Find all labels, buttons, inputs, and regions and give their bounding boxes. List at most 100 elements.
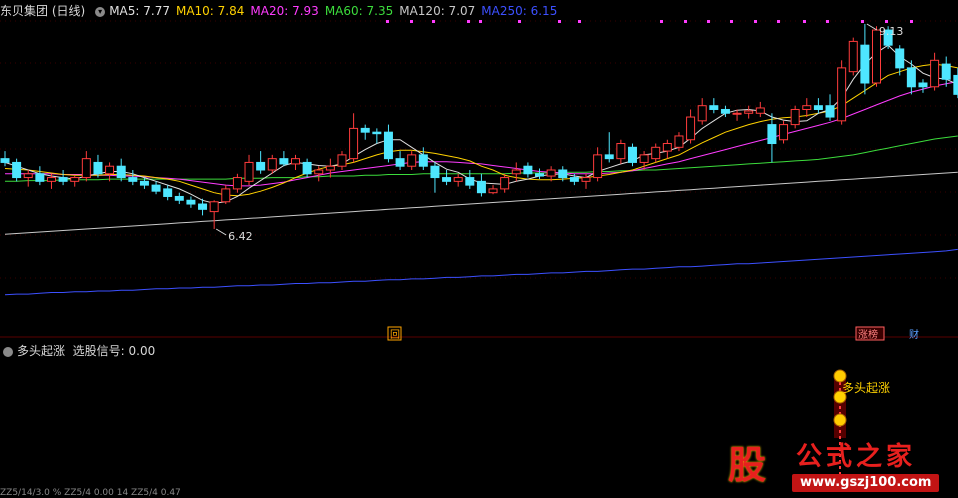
signal-dot	[660, 20, 663, 23]
candle[interactable]	[383, 124, 393, 163]
candle[interactable]	[291, 154, 300, 170]
candle-body	[906, 67, 916, 88]
candle[interactable]	[627, 143, 637, 167]
candle[interactable]	[105, 162, 115, 182]
candle[interactable]	[593, 147, 603, 182]
candle[interactable]	[465, 169, 475, 189]
candle[interactable]	[163, 185, 173, 201]
candle-body	[279, 158, 289, 165]
candle[interactable]	[488, 185, 498, 195]
candle[interactable]	[12, 158, 22, 182]
stock-title: 东贝集团 (日线)	[0, 4, 86, 18]
candle-body	[558, 169, 568, 179]
candle[interactable]	[511, 162, 521, 182]
candle-body	[802, 105, 812, 110]
candle[interactable]	[430, 162, 440, 193]
candle[interactable]	[953, 67, 958, 99]
cai-marker: 财	[909, 328, 919, 341]
candle[interactable]	[500, 173, 510, 193]
candle[interactable]	[825, 94, 835, 121]
candle-body	[755, 107, 765, 114]
candle[interactable]	[767, 113, 777, 163]
candle[interactable]	[186, 196, 196, 208]
candle[interactable]	[0, 151, 10, 167]
candle[interactable]	[325, 158, 335, 178]
candle[interactable]	[93, 154, 103, 178]
candle[interactable]	[453, 173, 463, 187]
candle[interactable]	[23, 169, 33, 187]
indicator-toggle-icon[interactable]	[3, 346, 13, 357]
candle[interactable]	[302, 158, 312, 178]
candle[interactable]	[174, 192, 184, 205]
candle-body	[70, 177, 80, 182]
candle[interactable]	[70, 176, 80, 187]
candle[interactable]	[221, 185, 231, 205]
candle[interactable]	[616, 139, 626, 164]
candle[interactable]	[941, 56, 951, 87]
signal-dot	[479, 20, 482, 23]
candle-body	[604, 154, 614, 160]
candle[interactable]	[802, 98, 812, 118]
candle[interactable]	[360, 124, 370, 140]
candle[interactable]	[35, 166, 45, 186]
candle-body	[337, 154, 347, 167]
candle[interactable]	[535, 168, 545, 180]
indicator-legend: 多头起涨 选股信号: 0.00	[0, 343, 155, 359]
candle[interactable]	[906, 60, 916, 95]
candle[interactable]	[418, 147, 428, 170]
kline-chart[interactable]: 6.42 9.13 回 涨榜 财多头起涨	[0, 0, 958, 496]
candle[interactable]	[697, 98, 707, 125]
candle-body	[837, 67, 847, 122]
candle[interactable]	[116, 158, 126, 182]
candle[interactable]	[918, 79, 928, 93]
candle[interactable]	[790, 105, 800, 129]
candle-body	[314, 169, 324, 175]
candle[interactable]	[604, 132, 614, 163]
candle[interactable]	[244, 154, 254, 186]
candle[interactable]	[813, 98, 823, 114]
candle[interactable]	[651, 143, 661, 163]
signal-dot	[558, 20, 561, 23]
candle-body	[325, 165, 335, 171]
candle-body	[581, 177, 591, 182]
candle[interactable]	[232, 173, 242, 193]
candle[interactable]	[848, 37, 858, 76]
candle-body	[139, 180, 149, 186]
candle[interactable]	[128, 169, 138, 186]
candle-body	[779, 124, 789, 141]
candle-body	[709, 105, 719, 110]
candle[interactable]	[81, 151, 91, 182]
candle[interactable]	[860, 24, 870, 95]
candle-body	[686, 116, 696, 141]
candle-body	[221, 188, 231, 203]
candle[interactable]	[407, 151, 417, 170]
candle[interactable]	[151, 181, 161, 195]
candle[interactable]	[372, 128, 382, 144]
candle[interactable]	[58, 169, 68, 186]
candle[interactable]	[476, 173, 486, 197]
candle[interactable]	[337, 151, 347, 170]
candle-body	[825, 105, 835, 118]
ma250-label: MA250: 6.15	[481, 4, 558, 18]
candle[interactable]	[779, 120, 789, 144]
candle[interactable]	[442, 169, 452, 186]
candle-body	[569, 177, 579, 182]
candle[interactable]	[256, 151, 266, 174]
signal-dot	[777, 20, 780, 23]
candle[interactable]	[686, 109, 696, 144]
candle[interactable]	[709, 98, 719, 114]
candle[interactable]	[279, 151, 289, 167]
candle[interactable]	[662, 139, 672, 159]
candle[interactable]	[209, 200, 219, 229]
ma120-label: MA120: 7.07	[399, 4, 476, 18]
candle[interactable]	[837, 60, 847, 125]
candle[interactable]	[546, 166, 556, 182]
signal-dot	[386, 20, 389, 23]
candle[interactable]	[744, 105, 754, 119]
candle[interactable]	[930, 52, 940, 91]
candle[interactable]	[755, 101, 765, 118]
candle[interactable]	[395, 151, 405, 170]
candle[interactable]	[349, 113, 359, 163]
candle[interactable]	[523, 162, 533, 178]
collapse-toggle-icon[interactable]: ▾	[95, 6, 106, 17]
